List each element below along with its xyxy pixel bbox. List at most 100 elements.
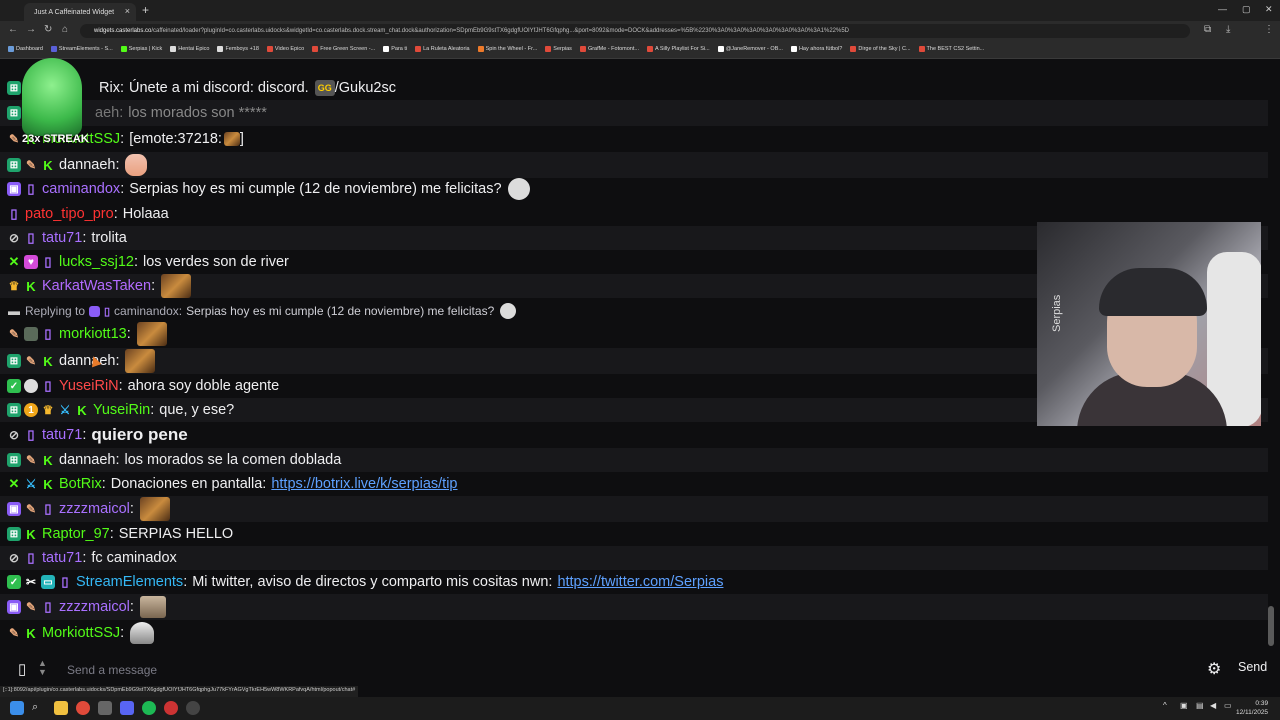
scrollbar-thumb[interactable] bbox=[1268, 606, 1274, 646]
maximize-icon[interactable]: ▢ bbox=[1242, 4, 1251, 15]
emote-icon bbox=[136, 322, 167, 346]
gear-icon[interactable]: ⚙ bbox=[1207, 659, 1221, 679]
chat-username[interactable]: caminandox bbox=[42, 181, 120, 197]
spotify-icon[interactable] bbox=[142, 701, 156, 715]
bookmark-item[interactable]: GrafMe - Fotomont... bbox=[579, 41, 639, 58]
new-tab-icon[interactable]: + bbox=[142, 3, 149, 17]
home-icon[interactable]: ⌂ bbox=[62, 24, 68, 35]
chat-username[interactable]: Raptor_97 bbox=[42, 526, 110, 542]
chat-link[interactable]: https://twitter.com/Serpias bbox=[557, 574, 723, 590]
moderator-badge-icon: ⊞ bbox=[7, 403, 21, 417]
minimize-icon[interactable]: — bbox=[1218, 4, 1227, 14]
chat-text: trolita bbox=[91, 230, 127, 246]
reply-username[interactable]: caminandox bbox=[114, 304, 179, 318]
reload-icon[interactable]: ↻ bbox=[44, 24, 52, 35]
moderator-badge-icon: ⊞ bbox=[7, 354, 21, 368]
bookmark-item[interactable]: @JaneRemover - OB... bbox=[717, 41, 783, 58]
bookmark-label: Hay ahora fútbol? bbox=[798, 46, 843, 52]
twitch-platform-icon[interactable]: ▯ bbox=[18, 660, 26, 678]
url-field[interactable]: widgets.casterlabs.co/caffeinated/loader… bbox=[80, 24, 1190, 38]
pencil-badge-icon: ✎ bbox=[8, 626, 20, 640]
bookmarks-bar: Dashboard StreamElements - S... Serpias | … bbox=[0, 41, 1280, 59]
tv-badge-icon: ▭ bbox=[41, 575, 55, 589]
bookmark-item[interactable]: Serpias | Kick bbox=[120, 41, 162, 58]
chat-username[interactable]: dannaeh bbox=[59, 452, 115, 468]
file-explorer-icon[interactable] bbox=[54, 701, 68, 715]
start-icon[interactable] bbox=[10, 701, 24, 715]
chat-username[interactable]: zzzzmaicol bbox=[59, 501, 130, 517]
chat-username[interactable]: BotRix bbox=[59, 476, 102, 492]
chat-username[interactable]: YuseiRin bbox=[93, 402, 150, 418]
chat-message: ⊞ aeh: los morados son ***** bbox=[0, 100, 1268, 126]
network-icon[interactable]: ▤ bbox=[1196, 701, 1204, 710]
chrome-icon[interactable] bbox=[76, 701, 90, 715]
search-icon[interactable]: ⌕ bbox=[32, 701, 46, 715]
bookmark-item[interactable]: Para ti bbox=[383, 41, 407, 58]
extensions-icon[interactable]: ⧉ bbox=[1204, 24, 1211, 35]
tray-arrow-icon[interactable]: ^ bbox=[1163, 701, 1167, 710]
send-button[interactable]: Send bbox=[1238, 660, 1267, 674]
bookmark-item[interactable]: La Ruleta Aleatoria bbox=[415, 41, 470, 58]
bookmark-item[interactable]: Free Green Screen -... bbox=[312, 41, 375, 58]
discord-icon[interactable] bbox=[120, 701, 134, 715]
app-icon[interactable] bbox=[164, 701, 178, 715]
browser-tab[interactable]: Just A Caffeinated Widget × bbox=[24, 3, 136, 21]
obs-icon[interactable] bbox=[186, 701, 200, 715]
bookmark-favicon-icon bbox=[717, 45, 724, 52]
chat-username[interactable]: dannaeh bbox=[59, 353, 115, 369]
chat-username[interactable]: aeh bbox=[95, 105, 119, 121]
bookmark-item[interactable]: Dashboard bbox=[8, 41, 43, 58]
subscriber-badge-icon bbox=[89, 305, 101, 317]
app-icon[interactable] bbox=[98, 701, 112, 715]
bookmark-item[interactable]: Femboys +18 bbox=[217, 41, 259, 58]
volume-icon[interactable]: ◀ bbox=[1210, 701, 1216, 710]
chat-text: Únete a mi discord: discord. bbox=[128, 80, 309, 96]
message-input[interactable] bbox=[65, 658, 1169, 682]
chat-username[interactable]: MorkiottSSJ bbox=[42, 625, 120, 641]
twitch-badge-icon: ▯ bbox=[27, 550, 35, 565]
bookmark-item[interactable]: StreamElements - S... bbox=[50, 41, 113, 58]
chat-username[interactable]: StreamElements bbox=[76, 574, 183, 590]
bookmark-item[interactable]: Hentai Epico bbox=[170, 41, 209, 58]
chat-message: ⊘ ▯ tatu71: fc caminadox bbox=[0, 546, 1268, 570]
bookmark-item[interactable]: The BEST CS2 Settin... bbox=[918, 41, 984, 58]
chat-username[interactable]: pato_tipo_pro bbox=[25, 206, 114, 222]
menu-icon[interactable]: ⋮ bbox=[1264, 24, 1274, 35]
chat-link[interactable]: https://botrix.live/k/serpias/tip bbox=[271, 476, 457, 492]
reply-prefix: Replying to bbox=[25, 304, 86, 318]
tray-icon[interactable]: ▣ bbox=[1180, 701, 1188, 710]
crown-badge-icon: ♛ bbox=[8, 279, 20, 293]
chat-username[interactable]: morkiott13 bbox=[59, 326, 127, 342]
bookmark-item[interactable]: Hay ahora fútbol? bbox=[790, 41, 843, 58]
bookmark-label: Serpias bbox=[553, 46, 572, 52]
bookmark-favicon-icon bbox=[50, 45, 57, 52]
bookmark-item[interactable]: Spin the Wheel - Fr... bbox=[477, 41, 537, 58]
chat-username[interactable]: dannaeh bbox=[59, 157, 115, 173]
download-icon[interactable]: ⤓ bbox=[1226, 24, 1230, 35]
chat-username[interactable]: lucks_ssj12 bbox=[59, 254, 134, 270]
bookmark-favicon-icon bbox=[790, 45, 797, 52]
battery-icon[interactable]: ▭ bbox=[1224, 701, 1232, 710]
chat-username[interactable]: Rix bbox=[99, 80, 120, 96]
chat-message: ✎ K MorkiottSSJ: bbox=[0, 620, 1268, 646]
anime-emote-icon bbox=[125, 154, 148, 176]
bookmark-favicon-icon bbox=[415, 45, 422, 52]
forward-icon[interactable]: → bbox=[26, 24, 36, 35]
window-close-icon[interactable]: ✕ bbox=[1265, 4, 1273, 15]
chat-username[interactable]: KarkatWasTaken bbox=[42, 278, 151, 294]
chat-username[interactable]: tatu71 bbox=[42, 427, 82, 443]
bookmark-favicon-icon bbox=[217, 45, 224, 52]
bookmark-item[interactable]: Dirge of the Sky | C... bbox=[850, 41, 911, 58]
close-icon[interactable]: × bbox=[125, 6, 130, 16]
chat-username[interactable]: zzzzmaicol bbox=[59, 599, 130, 615]
chat-username[interactable]: tatu71 bbox=[42, 230, 82, 246]
bookmark-favicon-icon bbox=[383, 45, 390, 52]
clock[interactable]: 0:39 12/11/2025 bbox=[1236, 699, 1268, 717]
bookmark-item[interactable]: A Silly Playlist For Si... bbox=[646, 41, 710, 58]
back-icon[interactable]: ← bbox=[8, 24, 18, 35]
chat-username[interactable]: tatu71 bbox=[42, 550, 82, 566]
bookmark-item[interactable]: Serpias bbox=[545, 41, 572, 58]
platform-switch-icon[interactable]: ▲ ▼ bbox=[38, 659, 47, 677]
chat-username[interactable]: YuseiRiN bbox=[59, 378, 119, 394]
bookmark-item[interactable]: Video Epico bbox=[266, 41, 304, 58]
